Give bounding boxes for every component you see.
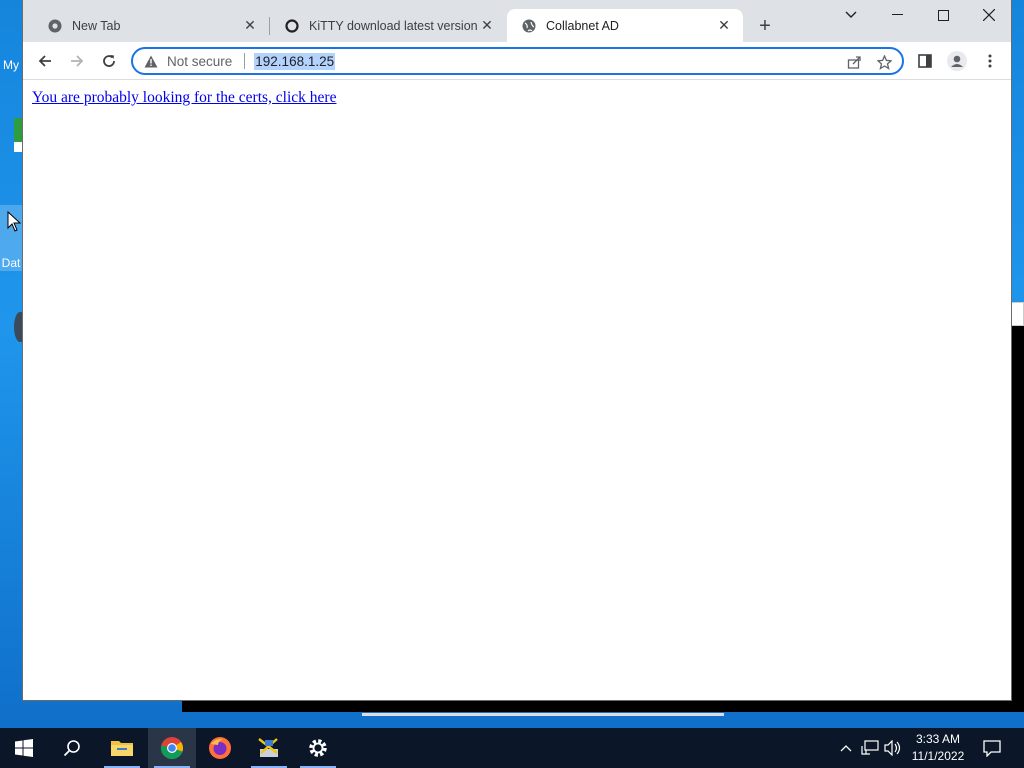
profile-button[interactable] xyxy=(943,47,971,75)
tab-collabnet-ad[interactable]: Collabnet AD ✕ xyxy=(507,9,743,42)
address-bar[interactable]: Not secure 192.168.1.25 xyxy=(131,47,904,75)
kitty-site-icon xyxy=(284,18,300,34)
side-panel-icon xyxy=(918,54,932,68)
volume-tray-button[interactable] xyxy=(883,738,903,758)
profile-avatar-icon xyxy=(947,51,967,71)
close-tab-icon[interactable]: ✕ xyxy=(241,17,259,35)
security-status[interactable]: Not secure xyxy=(167,54,232,69)
notification-icon xyxy=(983,739,1001,757)
desktop-label-dat[interactable]: Dat xyxy=(0,256,22,270)
taskbar: 3:33 AM 11/1/2022 xyxy=(0,728,1024,768)
url-text[interactable]: 192.168.1.25 xyxy=(254,52,336,70)
minimize-button[interactable] xyxy=(874,0,920,30)
taskbar-firefox[interactable] xyxy=(196,728,244,768)
notifications-button[interactable] xyxy=(982,738,1002,758)
show-hidden-icons-button[interactable] xyxy=(836,738,856,758)
taskbar-clock[interactable]: 3:33 AM 11/1/2022 xyxy=(905,731,971,765)
network-tray-button[interactable] xyxy=(860,738,880,758)
desktop-label-my[interactable]: My xyxy=(0,58,22,72)
tab-kitty-download[interactable]: KiTTY download latest version ✕ xyxy=(270,9,506,42)
chrome-icon xyxy=(47,18,63,34)
tab-strip: New Tab ✕ KiTTY download latest version … xyxy=(23,0,1011,42)
desktop-scrollbar[interactable] xyxy=(362,713,724,716)
reload-icon xyxy=(103,55,115,67)
side-panel-button[interactable] xyxy=(911,47,939,75)
close-tab-icon[interactable]: ✕ xyxy=(715,17,733,35)
close-icon xyxy=(983,9,995,21)
clock-time: 3:33 AM xyxy=(915,732,961,746)
reload-button[interactable] xyxy=(95,47,123,75)
arrow-right-icon xyxy=(71,55,84,67)
firefox-icon xyxy=(209,737,231,759)
browser-toolbar: Not secure 192.168.1.25 xyxy=(23,42,1011,80)
minimize-icon xyxy=(891,14,903,15)
search-button[interactable] xyxy=(48,728,96,768)
chevron-down-icon xyxy=(845,11,857,18)
start-icon xyxy=(15,739,33,757)
taskbar-network-tool[interactable] xyxy=(245,728,293,768)
clock-date: 11/1/2022 xyxy=(911,749,965,763)
maximize-icon xyxy=(937,9,949,21)
tab-search-button[interactable] xyxy=(828,0,874,30)
mouse-cursor-icon xyxy=(7,211,21,232)
forward-button[interactable] xyxy=(63,47,91,75)
new-tab-button[interactable]: + xyxy=(753,14,777,38)
taskbar-chrome[interactable] xyxy=(148,728,196,768)
tab-label: Collabnet AD xyxy=(546,18,619,33)
close-window-button[interactable] xyxy=(966,0,1012,30)
network-tool-icon xyxy=(258,738,278,757)
page-content: You are probably looking for the certs, … xyxy=(23,81,1011,700)
chrome-icon xyxy=(160,737,183,760)
file-explorer-icon xyxy=(111,741,133,756)
search-icon xyxy=(63,740,80,757)
omnibox-separator xyxy=(244,53,246,69)
tab-label: KiTTY download latest version xyxy=(309,18,478,33)
kebab-menu-icon xyxy=(988,54,992,68)
tab-new-tab[interactable]: New Tab ✕ xyxy=(33,9,269,42)
back-button[interactable] xyxy=(31,47,59,75)
settings-icon xyxy=(309,739,327,757)
bookmark-star-icon[interactable] xyxy=(872,50,896,74)
volume-icon xyxy=(884,740,901,756)
maximize-button[interactable] xyxy=(920,0,966,30)
arrow-left-icon xyxy=(38,55,51,67)
certs-link[interactable]: You are probably looking for the certs, … xyxy=(32,89,336,107)
browser-window: New Tab ✕ KiTTY download latest version … xyxy=(22,0,1012,701)
tab-label: New Tab xyxy=(72,18,121,33)
network-icon xyxy=(861,740,879,755)
share-icon[interactable] xyxy=(842,50,866,74)
menu-button[interactable] xyxy=(976,47,1004,75)
taskbar-settings[interactable] xyxy=(294,728,342,768)
close-tab-icon[interactable]: ✕ xyxy=(478,17,496,35)
chevron-up-icon xyxy=(840,745,852,752)
background-window-edge xyxy=(1011,302,1024,326)
start-button[interactable] xyxy=(0,728,48,768)
globe-icon xyxy=(521,18,537,34)
warning-icon[interactable] xyxy=(143,53,159,69)
shortcut-arrow-icon xyxy=(14,142,22,152)
taskbar-file-explorer[interactable] xyxy=(98,728,146,768)
